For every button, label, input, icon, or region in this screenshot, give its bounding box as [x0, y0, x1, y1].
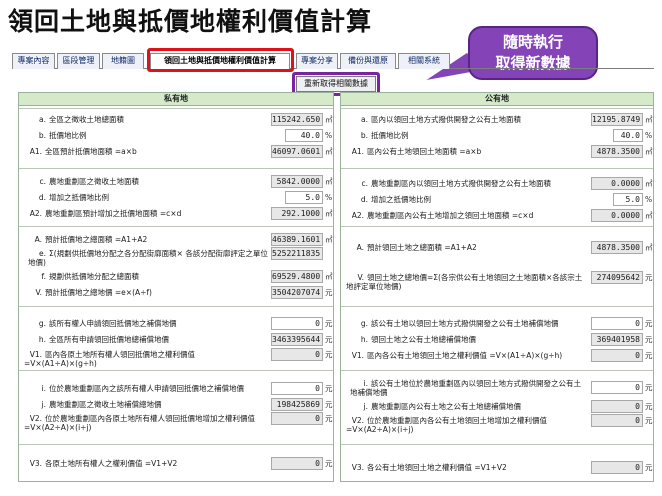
pub-input-d[interactable]: 5.0	[613, 193, 643, 206]
section-v1: g. 該所有權人申請領回抵價地之補償地價 0 元 h. 全區所有申請領回抵價地總補償地價…	[19, 306, 333, 370]
input-i[interactable]: 0	[271, 382, 323, 395]
value-V2: 0	[271, 412, 323, 425]
section-area: a. 全區之徵收土地總面積 115242.650 ㎡ b. 抵價地比例 40.0% A1.…	[19, 108, 333, 168]
section-farm-area: c. 農地重劃區之徵收土地面積 5842.0000 ㎡ d. 增加之抵價地比例 5.0% …	[19, 168, 333, 226]
pub-section-total-price: A. 預計領回土地之總面積 =A1+A2 4878.3500 ㎡ V. 領回土地之總地價…	[341, 226, 653, 306]
tab-section-management[interactable]: 區段管理	[57, 53, 100, 69]
value-V1: 0	[271, 348, 323, 361]
value-V3: 0	[271, 457, 323, 470]
tab-project-content[interactable]: 專案內容	[12, 53, 55, 69]
page-title: 領回土地與抵價地權利價值計算	[8, 7, 373, 36]
pub-value-a1: 4878.3500	[591, 145, 643, 158]
value-e: 5252211835	[271, 247, 323, 260]
public-land-panel: 公有地 a. 區內以領回土地方式撥供開發之公有土地面積 12195.8749 ㎡ b.…	[340, 92, 654, 482]
public-land-header: 公有地	[341, 93, 653, 106]
pub-input-b[interactable]: 40.0	[613, 129, 643, 142]
pub-value-a: 12195.8749	[591, 113, 643, 126]
value-a: 115242.650	[271, 113, 323, 126]
input-d[interactable]: 5.0	[285, 191, 323, 204]
pub-input-i[interactable]: 0	[591, 381, 643, 394]
section-total-price: A. 預計抵價地之總面積 =A1+A2 46389.1601 ㎡ e. Σ(規劃供抵價地…	[19, 226, 333, 306]
tab-backup-restore[interactable]: 備份與還原	[340, 53, 396, 69]
value-A: 46389.1601	[271, 233, 323, 246]
pub-section-v1: g. 該公有土地以領回土地方式撥供開發之公有土地補償地價 0 元 h. 領回土地之公有土…	[341, 306, 653, 370]
value-c: 5842.0000	[271, 175, 323, 188]
pub-section-v2: i. 該公有土地位於農地重劃區內以領回土地方式撥供開發之公有土地補償地價 0 元 j.…	[341, 370, 653, 444]
pub-value-a2: 0.0000	[591, 209, 643, 222]
value-V: 3504207074	[271, 286, 323, 299]
callout-line-1: 隨時執行	[502, 33, 563, 51]
pub-section-v3: V3. 各公有土地領回土地之權利價值 =V1+V2 0 元	[341, 444, 653, 481]
value-f: 69529.4800	[271, 270, 323, 283]
pub-value-V1: 0	[591, 349, 643, 362]
pub-section-farm-area: c. 農地重劃區內以領回土地方式撥供開發之公有土地面積 0.0000 ㎡ d. 增加之抵…	[341, 168, 653, 226]
value-a2: 292.1000	[271, 207, 323, 220]
pub-value-V2: 0	[591, 414, 643, 427]
pub-input-g[interactable]: 0	[591, 317, 643, 330]
pub-value-V3: 0	[591, 461, 643, 474]
value-j: 198425869	[271, 398, 323, 411]
value-a1: 46097.0601	[271, 145, 323, 158]
input-g[interactable]: 0	[271, 317, 323, 330]
tab-related-systems[interactable]: 相關系統	[398, 53, 450, 69]
pub-value-c: 0.0000	[591, 177, 643, 190]
section-v2: i. 位於農地重劃區內之該所有權人申請領回抵價地之補償地價 j. 農地重劃區之徵收土…	[19, 370, 333, 444]
tab-bar: 專案內容 區段管理 地籍圖 領回土地與抵價地權利價值計算 專案分享 備份與還原 …	[12, 53, 654, 69]
pub-section-area: a. 區內以領回土地方式撥供開發之公有土地面積 12195.8749 ㎡ b. 抵價地比…	[341, 108, 653, 168]
pub-value-A: 4878.3500	[591, 241, 643, 254]
tab-project-share[interactable]: 專案分享	[296, 53, 338, 69]
pub-value-j: 0	[591, 400, 643, 413]
pub-value-V: 274095642	[591, 271, 643, 284]
active-tab-highlight	[147, 48, 294, 72]
tab-cadastral-map[interactable]: 地籍圖	[102, 53, 144, 69]
section-v3: V3. 各原土地所有權人之權利價值 =V1+V2 0 元	[19, 444, 333, 481]
private-land-header: 私有地	[19, 93, 333, 106]
private-land-panel: 私有地 a. 全區之徵收土地總面積 115242.650 ㎡ b. 抵價地比例 40.0%…	[18, 92, 334, 482]
value-h: 3463395644	[271, 333, 323, 346]
pub-value-h: 369401958	[591, 333, 643, 346]
input-b[interactable]: 40.0	[285, 129, 323, 142]
